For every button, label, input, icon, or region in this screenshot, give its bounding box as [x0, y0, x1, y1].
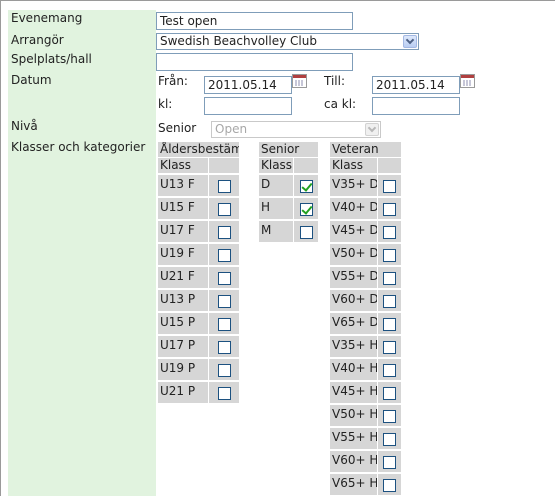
left-border: [0, 0, 1, 496]
arrangor-select[interactable]: Swedish Beachvolley Club: [156, 33, 419, 50]
column-header-blank-veteran: [378, 158, 401, 173]
class-label-senior: M: [259, 221, 293, 242]
class-label-veteran: V50+ H: [330, 405, 377, 426]
class-checkbox-aldersbestamt[interactable]: [218, 203, 231, 216]
niva-selected-value: Open: [215, 122, 248, 136]
till-date-field[interactable]: 2011.05.14: [372, 76, 460, 94]
class-label-aldersbestamt: U13 P: [158, 290, 208, 311]
label-klasser: Klasser och kategorier: [11, 140, 146, 154]
class-checkbox-veteran[interactable]: [383, 433, 396, 446]
label-evenemang: Evenemang: [11, 11, 83, 25]
label-datum: Datum: [11, 73, 52, 87]
class-checkbox-aldersbestamt[interactable]: [218, 272, 231, 285]
class-checkbox-senior[interactable]: [300, 180, 313, 193]
class-checkbox-veteran[interactable]: [383, 249, 396, 262]
class-checkbox-aldersbestamt[interactable]: [218, 364, 231, 377]
class-checkbox-veteran[interactable]: [383, 318, 396, 331]
class-checkbox-veteran[interactable]: [383, 479, 396, 492]
class-label-aldersbestamt: U17 F: [158, 221, 208, 242]
class-label-veteran: V55+ D: [330, 267, 377, 288]
niva-category-label: Senior: [158, 121, 197, 135]
ca-kl-time-field[interactable]: [372, 97, 460, 115]
class-checkbox-aldersbestamt[interactable]: [218, 180, 231, 193]
class-label-veteran: V65+ D: [330, 313, 377, 334]
class-label-veteran: V60+ H: [330, 451, 377, 472]
column-header-senior: Klass: [259, 158, 293, 173]
class-checkbox-veteran[interactable]: [383, 295, 396, 308]
class-checkbox-aldersbestamt[interactable]: [218, 318, 231, 331]
class-checkbox-veteran[interactable]: [383, 387, 396, 400]
kl-label: kl:: [158, 97, 173, 111]
group-title-senior: Senior: [259, 142, 318, 157]
class-checkbox-veteran[interactable]: [383, 341, 396, 354]
evenemang-field[interactable]: Test open: [156, 12, 353, 30]
label-spelplats: Spelplats/hall: [11, 52, 92, 66]
group-title-aldersbestamt: Åldersbestämt: [158, 142, 239, 157]
class-label-aldersbestamt: U19 F: [158, 244, 208, 265]
class-label-aldersbestamt: U15 P: [158, 313, 208, 334]
chevron-down-icon[interactable]: [403, 35, 417, 48]
chevron-down-icon: [365, 123, 379, 136]
top-border: [0, 0, 555, 1]
column-header-blank-aldersbestamt: [209, 158, 239, 173]
class-label-veteran: V40+ H: [330, 359, 377, 380]
calendar-icon[interactable]: [292, 74, 307, 88]
class-label-veteran: V35+ D: [330, 175, 377, 196]
class-checkbox-veteran[interactable]: [383, 456, 396, 469]
class-checkbox-veteran[interactable]: [383, 226, 396, 239]
class-label-veteran: V45+ H: [330, 382, 377, 403]
column-header-veteran: Klass: [330, 158, 377, 173]
arrangor-selected-value: Swedish Beachvolley Club: [160, 34, 317, 48]
spelplats-field[interactable]: [156, 53, 353, 71]
class-checkbox-aldersbestamt[interactable]: [218, 341, 231, 354]
column-header-blank-senior: [294, 158, 318, 173]
class-label-aldersbestamt: U21 P: [158, 382, 208, 403]
calendar-icon[interactable]: [460, 74, 475, 88]
class-checkbox-veteran[interactable]: [383, 272, 396, 285]
class-label-veteran: V45+ D: [330, 221, 377, 242]
niva-select[interactable]: Open: [211, 121, 381, 138]
label-arrangor: Arrangör: [11, 33, 64, 47]
label-niva: Nivå: [11, 119, 38, 133]
group-title-veteran: Veteran: [330, 142, 401, 157]
class-checkbox-senior[interactable]: [300, 226, 313, 239]
till-label: Till:: [324, 74, 346, 88]
class-checkbox-veteran[interactable]: [383, 180, 396, 193]
class-label-veteran: V35+ H: [330, 336, 377, 357]
ca-kl-label: ca kl:: [324, 97, 357, 111]
class-label-senior: H: [259, 198, 293, 219]
class-label-veteran: V55+ H: [330, 428, 377, 449]
class-label-aldersbestamt: U15 F: [158, 198, 208, 219]
class-checkbox-aldersbestamt[interactable]: [218, 226, 231, 239]
class-label-aldersbestamt: U21 F: [158, 267, 208, 288]
class-label-veteran: V60+ D: [330, 290, 377, 311]
class-checkbox-veteran[interactable]: [383, 410, 396, 423]
class-label-aldersbestamt: U19 P: [158, 359, 208, 380]
class-label-aldersbestamt: U13 F: [158, 175, 208, 196]
class-checkbox-veteran[interactable]: [383, 364, 396, 377]
class-checkbox-aldersbestamt[interactable]: [218, 295, 231, 308]
class-label-veteran: V50+ D: [330, 244, 377, 265]
class-checkbox-aldersbestamt[interactable]: [218, 249, 231, 262]
kl-time-field[interactable]: [204, 97, 292, 115]
class-label-veteran: V65+ H: [330, 474, 377, 495]
fran-label: Från:: [158, 74, 188, 88]
class-checkbox-aldersbestamt[interactable]: [218, 387, 231, 400]
class-label-veteran: V40+ D: [330, 198, 377, 219]
class-label-senior: D: [259, 175, 293, 196]
class-checkbox-veteran[interactable]: [383, 203, 396, 216]
column-header-aldersbestamt: Klass: [158, 158, 208, 173]
fran-date-field[interactable]: 2011.05.14: [204, 76, 292, 94]
class-label-aldersbestamt: U17 P: [158, 336, 208, 357]
class-checkbox-senior[interactable]: [300, 203, 313, 216]
